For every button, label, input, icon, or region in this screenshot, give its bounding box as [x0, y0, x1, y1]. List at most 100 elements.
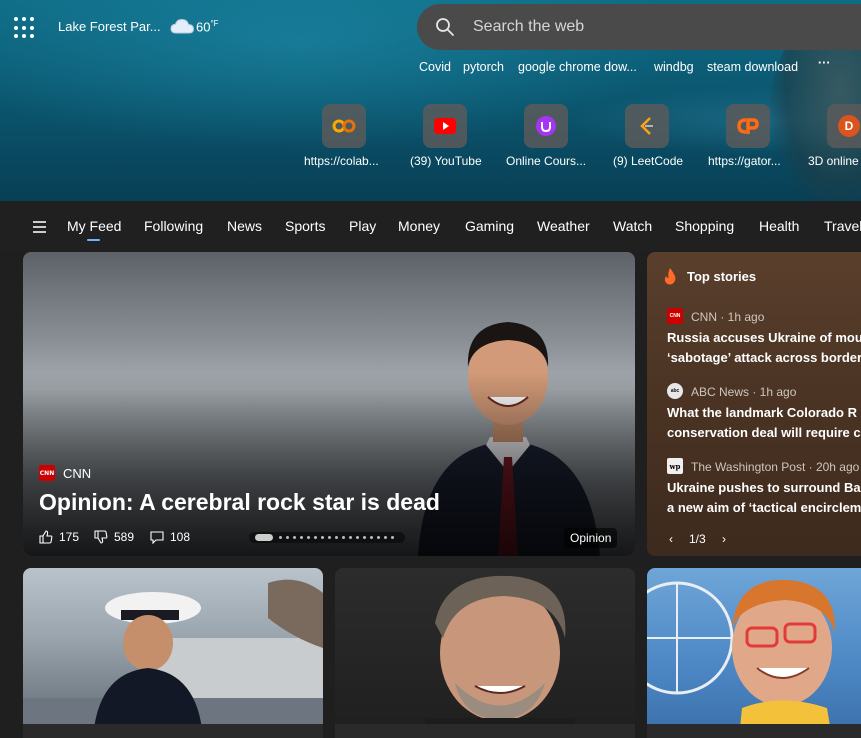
article-photo	[23, 579, 323, 738]
pager-dot[interactable]	[377, 536, 380, 539]
card-footer	[335, 724, 635, 738]
active-tab-indicator	[87, 239, 100, 241]
nav-item-news[interactable]: News	[227, 218, 262, 234]
card-footer	[23, 724, 323, 738]
nav-item-sports[interactable]: Sports	[285, 218, 325, 234]
article-card[interactable]	[335, 568, 635, 738]
abc-news-logo-icon: abc	[667, 383, 683, 399]
quicklink-label[interactable]: (39) YouTube	[410, 154, 482, 168]
pager-dot[interactable]	[335, 536, 338, 539]
nav-item-my-feed[interactable]: My Feed	[67, 218, 121, 234]
weather-location[interactable]: Lake Forest Par...	[58, 19, 161, 34]
quicklink-gator[interactable]	[726, 104, 770, 148]
dislike-button[interactable]: 589	[94, 530, 134, 544]
pager-dot[interactable]	[279, 536, 282, 539]
quicklink-label[interactable]: 3D online	[808, 154, 859, 168]
gator-icon	[737, 118, 759, 134]
pager-dot[interactable]	[328, 536, 331, 539]
pager-dot[interactable]	[342, 536, 345, 539]
quicklink-label[interactable]: https://gator...	[708, 154, 781, 168]
carousel-pager[interactable]	[249, 532, 405, 543]
story-source[interactable]: ABC News · 1h ago	[691, 385, 796, 399]
featured-article-card[interactable]: CNN CNN Opinion: A cerebral rock star is…	[23, 252, 635, 556]
nav-item-shopping[interactable]: Shopping	[675, 218, 734, 234]
page-indicator: 1/3	[689, 532, 706, 546]
prev-arrow-icon[interactable]: ‹	[669, 532, 673, 546]
quicklink-udemy[interactable]	[524, 104, 568, 148]
comment-count: 108	[170, 530, 191, 544]
search-icon	[436, 18, 454, 36]
trending-item[interactable]: steam download	[707, 60, 798, 74]
d-icon: D	[838, 115, 860, 137]
story-source[interactable]: CNN · 1h ago	[691, 310, 764, 324]
pager-dot[interactable]	[293, 536, 296, 539]
quicklink-3d-online[interactable]: D	[827, 104, 861, 148]
thumbs-down-icon	[94, 530, 108, 544]
like-count: 175	[59, 530, 80, 544]
search-bar[interactable]: Search the web	[417, 4, 861, 50]
article-card[interactable]	[23, 568, 323, 738]
pager-dot[interactable]	[349, 536, 352, 539]
udemy-icon	[536, 116, 556, 136]
apps-launcher-icon[interactable]	[14, 17, 36, 39]
story-title[interactable]: conservation deal will require c	[667, 423, 861, 443]
quicklink-youtube[interactable]	[423, 104, 467, 148]
card-gradient-overlay	[23, 372, 635, 556]
nav-item-play[interactable]: Play	[349, 218, 376, 234]
pager-dot[interactable]	[384, 536, 387, 539]
nav-item-health[interactable]: Health	[759, 218, 799, 234]
pager-dot[interactable]	[370, 536, 373, 539]
cloud-icon[interactable]	[169, 16, 195, 36]
pager-dot[interactable]	[286, 536, 289, 539]
cnn-logo-icon: CNN	[667, 308, 683, 324]
quicklink-label[interactable]: https://colab...	[304, 154, 379, 168]
story-title[interactable]: a new aim of ‘tactical encirclem	[667, 498, 861, 518]
next-arrow-icon[interactable]: ›	[722, 532, 726, 546]
pager-dot[interactable]	[314, 536, 317, 539]
pager-dot[interactable]	[300, 536, 303, 539]
story-title[interactable]: Russia accuses Ukraine of mou	[667, 328, 861, 348]
story-title[interactable]: ‘sabotage’ attack across border	[667, 348, 861, 368]
more-trending-icon[interactable]: ···	[818, 56, 831, 70]
story-source[interactable]: The Washington Post · 20h ago	[691, 460, 859, 474]
thumbs-up-icon	[39, 530, 53, 544]
article-source[interactable]: CNN	[63, 466, 91, 481]
feed-nav-bar: My Feed Following News Sports Play Money…	[0, 201, 861, 252]
pager-dot[interactable]	[363, 536, 366, 539]
quicklink-label[interactable]: Online Cours...	[506, 154, 586, 168]
trending-item[interactable]: windbg	[654, 60, 694, 74]
comments-button[interactable]: 108	[150, 530, 190, 544]
trending-item[interactable]: google chrome dow...	[518, 60, 637, 74]
youtube-icon	[434, 118, 456, 134]
pager-dot[interactable]	[321, 536, 324, 539]
quicklink-leetcode[interactable]	[625, 104, 669, 148]
nav-item-money[interactable]: Money	[398, 218, 440, 234]
category-tag[interactable]: Opinion	[564, 528, 618, 548]
nav-item-weather[interactable]: Weather	[537, 218, 590, 234]
search-input[interactable]: Search the web	[473, 18, 584, 36]
pager-dot[interactable]	[391, 536, 394, 539]
article-card[interactable]	[647, 568, 861, 738]
story-title[interactable]: Ukraine pushes to surround Ba	[667, 478, 861, 498]
card-footer	[647, 724, 861, 738]
trending-item[interactable]: pytorch	[463, 60, 504, 74]
nav-item-following[interactable]: Following	[144, 218, 203, 234]
flame-icon	[664, 268, 676, 285]
top-stories-card: Top stories CNN CNN · 1h ago Russia accu…	[647, 252, 861, 556]
story-title[interactable]: What the landmark Colorado R	[667, 403, 861, 423]
quicklink-colab[interactable]	[322, 104, 366, 148]
pager-active-dot[interactable]	[255, 534, 273, 541]
trending-item[interactable]: Covid	[419, 60, 451, 74]
nav-item-travel[interactable]: Travel	[824, 218, 861, 234]
pager-dot[interactable]	[307, 536, 310, 539]
nav-item-gaming[interactable]: Gaming	[465, 218, 514, 234]
cnn-logo-icon: CNN	[39, 465, 55, 481]
leetcode-icon	[640, 117, 653, 135]
like-button[interactable]: 175	[39, 530, 79, 544]
temperature[interactable]: 60°F	[196, 19, 219, 34]
article-title[interactable]: Opinion: A cerebral rock star is dead	[39, 489, 440, 516]
pager-dot[interactable]	[356, 536, 359, 539]
quicklink-label[interactable]: (9) LeetCode	[613, 154, 683, 168]
menu-icon[interactable]	[33, 221, 46, 233]
nav-item-watch[interactable]: Watch	[613, 218, 652, 234]
